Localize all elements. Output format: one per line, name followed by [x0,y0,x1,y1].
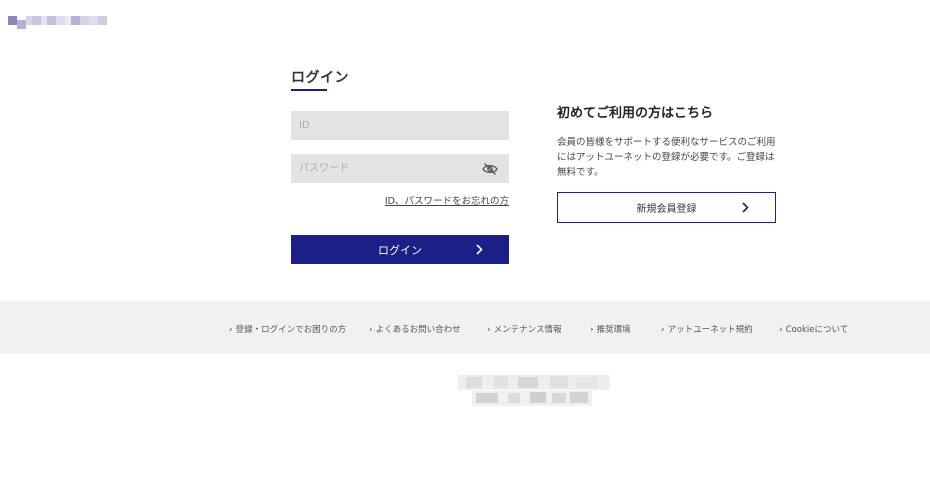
title-underline [291,89,327,91]
login-button[interactable]: ログイン [291,235,509,264]
login-title: ログイン [291,70,349,86]
id-input[interactable] [291,111,509,140]
login-button-label: ログイン [378,243,422,257]
small-chevron-right-icon: › [779,325,783,335]
password-input[interactable] [291,154,509,183]
register-button-label: 新規会員登録 [636,204,697,215]
footer-link-maintenance[interactable]: › メンテナンス情報 [487,323,561,335]
footer-link-cookie[interactable]: › Cookieについて [779,323,848,335]
small-chevron-right-icon: › [487,325,491,335]
chevron-right-icon [476,244,483,255]
eye-slash-icon[interactable] [482,161,498,175]
footer-link-login-help[interactable]: › 登録・ログインでお困りの方 [229,323,346,335]
footer-link-environment[interactable]: › 推奨環境 [590,323,631,335]
site-logo[interactable] [8,16,134,34]
chevron-right-icon [742,202,749,213]
small-chevron-right-icon: › [590,325,594,335]
footer-links-bar: › 登録・ログインでお困りの方 › よくあるお問い合わせ › メンテナンス情報 › 推奨… [0,301,930,354]
register-section: 初めてご利用の方はこちら 会員の皆様をサポートする便利なサービスのご利用にはアッ… [557,104,777,180]
register-button[interactable]: 新規会員登録 [557,192,776,223]
register-description: 会員の皆様をサポートする便利なサービスのご利用にはアットユーネットの登録が必要で… [557,137,776,178]
forgot-credentials-link[interactable]: ID、パスワードをお忘れの方 [378,193,509,207]
small-chevron-right-icon: › [661,325,665,335]
footer-blurred-logo [458,375,610,409]
register-heading: 初めてご利用の方はこちら [557,106,714,121]
footer-link-terms[interactable]: › アットユーネット規約 [661,323,753,335]
login-section: ログイン [291,68,509,91]
footer-link-faq[interactable]: › よくあるお問い合わせ [369,323,461,335]
small-chevron-right-icon: › [369,325,373,335]
small-chevron-right-icon: › [229,325,233,335]
